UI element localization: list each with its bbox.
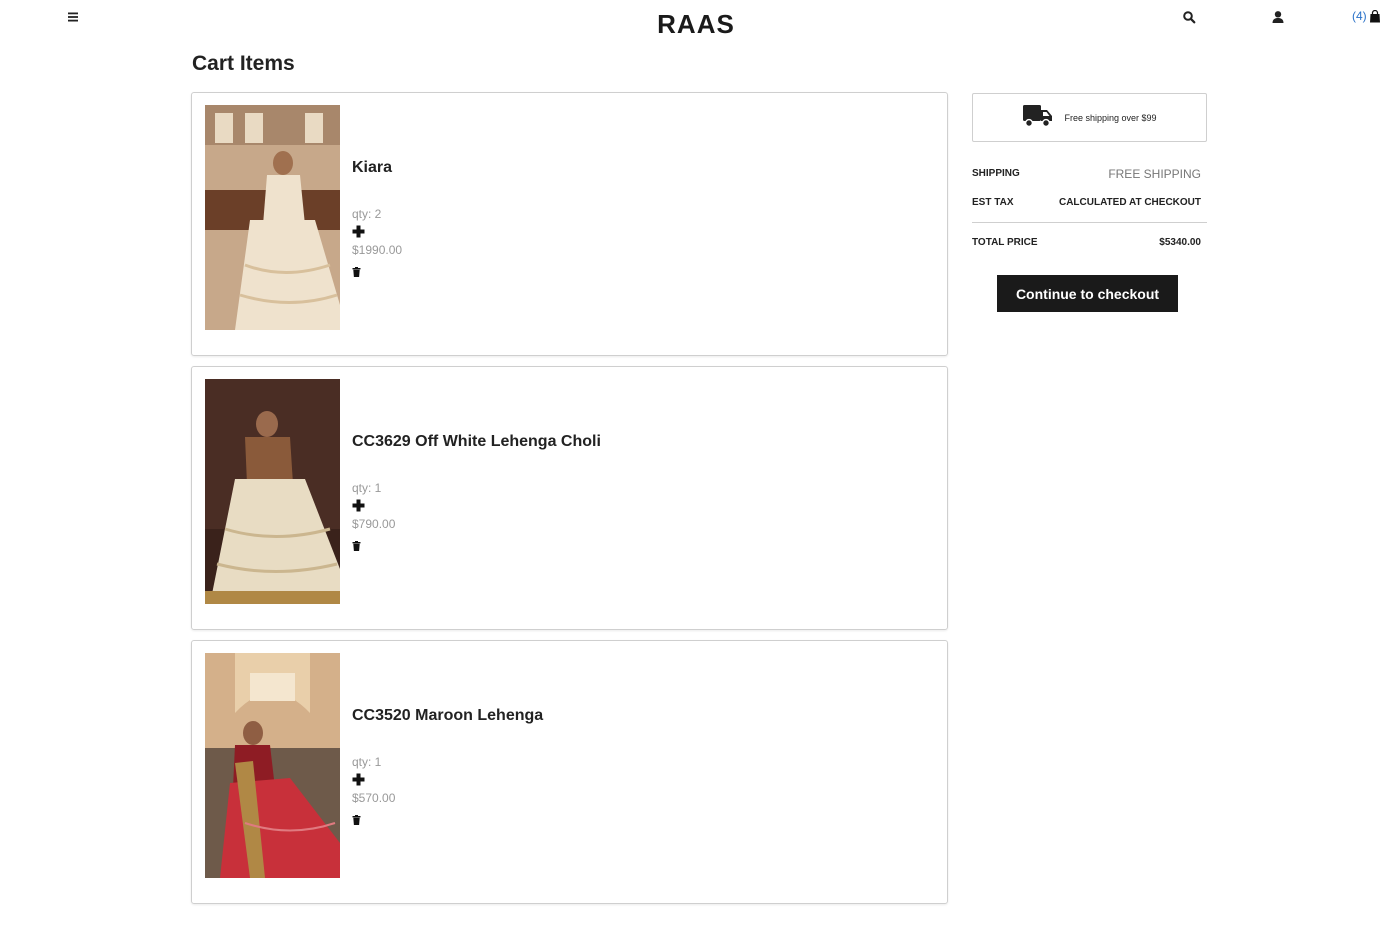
total-row: TOTAL PRICE $5340.00 [972, 237, 1207, 266]
total-value: $5340.00 [1159, 237, 1201, 248]
free-shipping-banner: Free shipping over $99 [972, 93, 1207, 142]
total-label: TOTAL PRICE [972, 237, 1038, 248]
page-title: Cart Items [192, 52, 295, 75]
quantity-text: qty: 2 [352, 207, 382, 221]
checkout-button[interactable]: Continue to checkout [997, 275, 1178, 312]
product-image[interactable] [205, 653, 340, 878]
cart-items-list: Kiara qty: 2 $1990.00 CC3629 Off White L… [191, 92, 948, 914]
shipping-row: SHIPPING FREE SHIPPING [972, 167, 1207, 197]
header: RAAS (4) [0, 0, 1392, 48]
product-price: $570.00 [352, 791, 396, 805]
order-summary: Free shipping over $99 SHIPPING FREE SHI… [972, 93, 1207, 312]
tax-row: EST TAX CALCULATED AT CHECKOUT [972, 197, 1207, 226]
truck-icon [1022, 102, 1054, 134]
user-icon[interactable] [1271, 10, 1285, 24]
search-icon[interactable] [1182, 10, 1196, 24]
quantity-text: qty: 1 [352, 481, 382, 495]
plus-icon[interactable] [352, 773, 365, 786]
product-name[interactable]: CC3520 Maroon Lehenga [352, 707, 543, 725]
cart-item-card: Kiara qty: 2 $1990.00 [191, 92, 948, 356]
product-image[interactable] [205, 105, 340, 330]
banner-text: Free shipping over $99 [1064, 112, 1157, 123]
tax-value: CALCULATED AT CHECKOUT [1058, 197, 1201, 208]
shopping-bag-icon [1369, 9, 1380, 22]
plus-icon[interactable] [352, 499, 365, 512]
shipping-value: FREE SHIPPING [1108, 167, 1201, 181]
cart-item-card: CC3520 Maroon Lehenga qty: 1 $570.00 [191, 640, 948, 904]
tax-label: EST TAX [972, 197, 1014, 208]
product-image[interactable] [205, 379, 340, 604]
shipping-label: SHIPPING [972, 168, 1020, 179]
product-name[interactable]: CC3629 Off White Lehenga Choli [352, 433, 601, 451]
quantity-text: qty: 1 [352, 755, 382, 769]
plus-icon[interactable] [352, 225, 365, 238]
cart-count: (4) [1352, 9, 1367, 23]
trash-icon[interactable] [352, 264, 361, 277]
product-price: $790.00 [352, 517, 396, 531]
trash-icon[interactable] [352, 538, 361, 551]
trash-icon[interactable] [352, 812, 361, 825]
product-price: $1990.00 [352, 243, 403, 257]
cart-link[interactable]: (4) [1352, 9, 1381, 23]
cart-item-card: CC3629 Off White Lehenga Choli qty: 1 $7… [191, 366, 948, 630]
product-name[interactable]: Kiara [352, 159, 392, 177]
